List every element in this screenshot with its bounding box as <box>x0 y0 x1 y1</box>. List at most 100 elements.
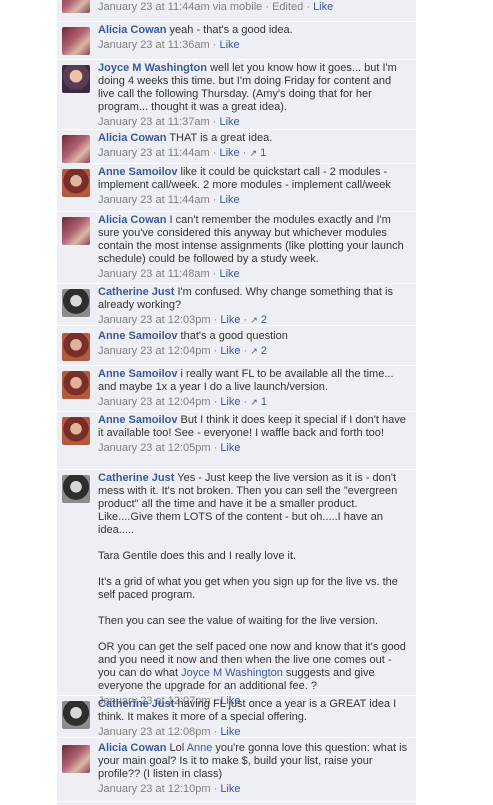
comment-text: Yes - Just keep the live version as it i… <box>98 472 406 679</box>
comment-meta: January 23 at 12:10pm · Like <box>98 783 241 795</box>
like-link[interactable]: Like <box>219 39 239 51</box>
author-name-link[interactable]: Alicia Cowan <box>98 24 166 36</box>
alicia-avatar[interactable] <box>62 0 90 13</box>
author-name-link[interactable]: Alicia Cowan <box>98 214 166 226</box>
comment-text: that's a good question <box>180 330 288 342</box>
comment-timestamp[interactable]: January 23 at 11:44am <box>98 1 210 13</box>
comment-timestamp[interactable]: January 23 at 12:05pm <box>98 442 211 454</box>
thumbs-up-icon: ↗ <box>250 315 258 325</box>
comment-item: Catherine Just having FL just once a yea… <box>57 698 416 738</box>
author-name-link[interactable]: Alicia Cowan <box>98 742 166 754</box>
comment-timestamp[interactable]: January 23 at 12:08pm <box>98 726 211 738</box>
comment-item: Catherine Just I'm confused. Why change … <box>57 286 416 326</box>
like-link[interactable]: Like <box>219 116 239 128</box>
thumbs-up-icon: ↗ <box>250 397 258 407</box>
like-count-number: 2 <box>260 345 268 357</box>
catherine-avatar[interactable] <box>62 289 90 317</box>
comment-item: Alicia Cowan THAT is a great idea. Januar… <box>57 132 416 164</box>
comment-meta: January 23 at 12:04pm · Like · ↗ 2 <box>98 345 268 357</box>
comment-timestamp[interactable]: January 23 at 11:44am <box>98 194 210 206</box>
anne-avatar[interactable] <box>62 169 90 197</box>
comment-timestamp[interactable]: January 23 at 11:36am <box>98 39 210 51</box>
comment-text: Lol <box>169 742 187 754</box>
comment-item: Alicia Cowan I can't remember the module… <box>57 214 416 284</box>
alicia-avatar[interactable] <box>62 27 90 55</box>
joyce-avatar[interactable] <box>62 65 90 93</box>
comment-item: Anne Samoilov that's a good question Janu… <box>57 330 416 366</box>
comment-text-block: Alicia Cowan I can't remember the module… <box>98 214 410 266</box>
comment-meta: January 23 at 12:04pm · Like · ↗ 1 <box>98 396 268 408</box>
alicia-avatar[interactable] <box>62 217 90 245</box>
like-count-number: 2 <box>260 314 268 326</box>
edited-label[interactable]: Edited <box>272 1 303 13</box>
catherine-avatar[interactable] <box>62 475 90 503</box>
comment-item: Anne Samoilov But I think it does keep i… <box>57 414 416 470</box>
mentioned-user-link[interactable]: Joyce M Washington <box>181 667 283 679</box>
comment-text-block: Anne Samoilov But I think it does keep i… <box>98 414 410 440</box>
comment-timestamp[interactable]: January 23 at 12:04pm <box>98 396 211 408</box>
catherine-avatar[interactable] <box>62 701 90 729</box>
author-name-link[interactable]: Catherine Just <box>98 698 174 710</box>
comment-text: yeah - that's a good idea. <box>169 24 293 36</box>
author-name-link[interactable]: Joyce M Washington <box>98 62 207 74</box>
comment-item: Alicia Cowan yeah - that's a good idea. J… <box>57 24 416 60</box>
like-link[interactable]: Like <box>220 726 240 738</box>
alicia-avatar[interactable] <box>62 135 90 163</box>
like-link[interactable]: Like <box>220 314 240 326</box>
comment-meta: January 23 at 11:36am · Like <box>98 39 240 51</box>
author-name-link[interactable]: Anne Samoilov <box>98 368 177 380</box>
like-link[interactable]: Like <box>313 1 333 13</box>
comment-text: THAT is a great idea. <box>169 132 273 144</box>
anne-avatar[interactable] <box>62 417 90 445</box>
like-count[interactable]: ↗ 2 <box>250 345 267 357</box>
like-count-number: 1 <box>260 147 267 159</box>
author-name-link[interactable]: Alicia Cowan <box>98 132 166 144</box>
comment-item: Joyce M Washington well let you know how… <box>57 62 416 130</box>
comment-meta: January 23 at 11:44am · Like · ↗ 1 <box>98 147 267 159</box>
comment-text-block: Catherine Just having FL just once a yea… <box>98 698 410 724</box>
like-link[interactable]: Like <box>220 783 240 795</box>
anne-avatar[interactable] <box>62 371 90 399</box>
like-count-number: 1 <box>260 396 268 408</box>
comment-text-block: Alicia Cowan Lol Anne you're gonna love … <box>98 742 410 781</box>
thumbs-up-icon: ↗ <box>249 148 257 158</box>
comment-meta: January 23 at 12:08pm · Like <box>98 726 241 738</box>
mentioned-user-link[interactable]: Anne <box>187 742 213 754</box>
comment-timestamp[interactable]: January 23 at 11:44am <box>98 147 210 159</box>
author-name-link[interactable]: Anne Samoilov <box>98 166 177 178</box>
like-count[interactable]: ↗ 2 <box>250 314 267 326</box>
comment-timestamp[interactable]: January 23 at 11:37am <box>98 116 210 128</box>
comment-item: spelling today!January 23 at 11:44am via… <box>57 0 416 22</box>
comment-meta: January 23 at 11:44am via mobile · Edite… <box>98 1 334 13</box>
author-name-link[interactable]: Catherine Just <box>98 286 174 298</box>
comment-timestamp[interactable]: January 23 at 12:03pm <box>98 314 211 326</box>
like-link[interactable]: Like <box>219 194 239 206</box>
comment-text-block: Alicia Cowan yeah - that's a good idea. <box>98 24 410 37</box>
like-link[interactable]: Like <box>219 147 239 159</box>
comment-timestamp[interactable]: January 23 at 11:48am <box>98 268 210 280</box>
like-count[interactable]: ↗ 1 <box>249 147 266 159</box>
author-name-link[interactable]: Catherine Just <box>98 472 174 484</box>
like-link[interactable]: Like <box>220 345 240 357</box>
anne-avatar[interactable] <box>62 333 90 361</box>
posted-via-label: via mobile <box>212 1 263 13</box>
comment-text-block: Catherine Just I'm confused. Why change … <box>98 286 410 312</box>
comment-text-block: Anne Samoilov like it could be quickstar… <box>98 166 410 192</box>
comment-meta: January 23 at 11:48am · Like <box>98 268 240 280</box>
like-link[interactable]: Like <box>219 268 239 280</box>
like-count[interactable]: ↗ 1 <box>250 396 267 408</box>
alicia-avatar[interactable] <box>62 745 90 773</box>
author-name-link[interactable]: Anne Samoilov <box>98 330 177 342</box>
comment-timestamp[interactable]: January 23 at 12:04pm <box>98 345 211 357</box>
comment-item: Anne Samoilov i really want FL to be ava… <box>57 368 416 412</box>
like-link[interactable]: Like <box>220 442 240 454</box>
comment-text-block: Joyce M Washington well let you know how… <box>98 62 410 114</box>
comment-timestamp[interactable]: January 23 at 12:10pm <box>98 783 211 795</box>
comment-thread: spelling today!January 23 at 11:44am via… <box>57 0 416 805</box>
comment-text-block: Anne Samoilov that's a good question <box>98 330 410 343</box>
like-link[interactable]: Like <box>220 396 240 408</box>
comment-meta: January 23 at 11:44am · Like <box>98 194 240 206</box>
thumbs-up-icon: ↗ <box>250 346 258 356</box>
comment-text-block: Catherine Just Yes - Just keep the live … <box>98 472 410 693</box>
author-name-link[interactable]: Anne Samoilov <box>98 414 177 426</box>
